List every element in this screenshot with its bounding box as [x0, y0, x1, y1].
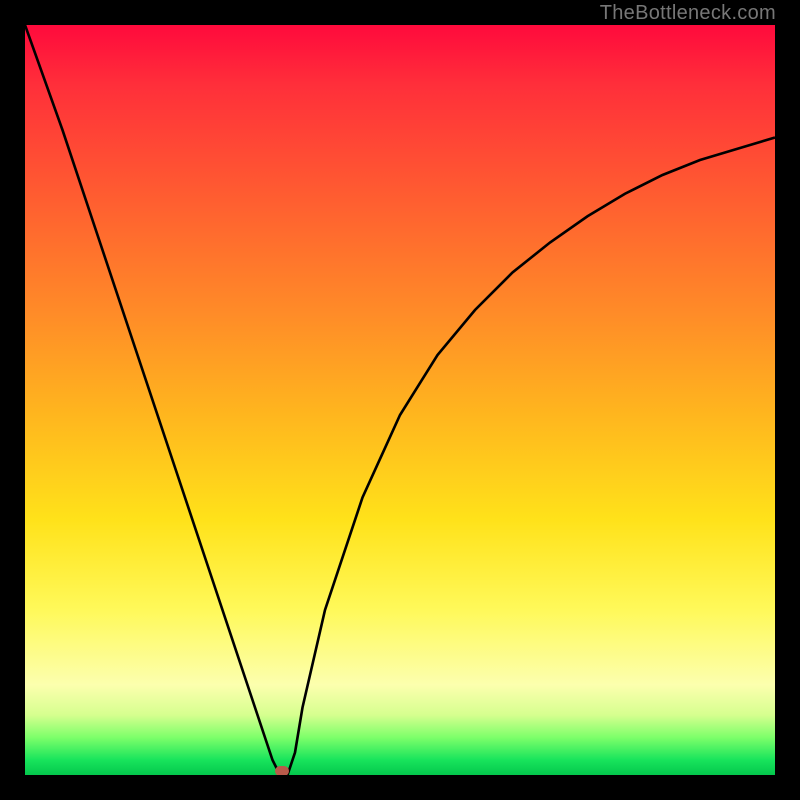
plot-area [25, 25, 775, 775]
chart-frame: TheBottleneck.com [0, 0, 800, 800]
watermark-text: TheBottleneck.com [600, 2, 776, 25]
bottleneck-curve [25, 25, 775, 775]
curve-layer [25, 25, 775, 775]
optimal-point-marker [275, 766, 289, 775]
